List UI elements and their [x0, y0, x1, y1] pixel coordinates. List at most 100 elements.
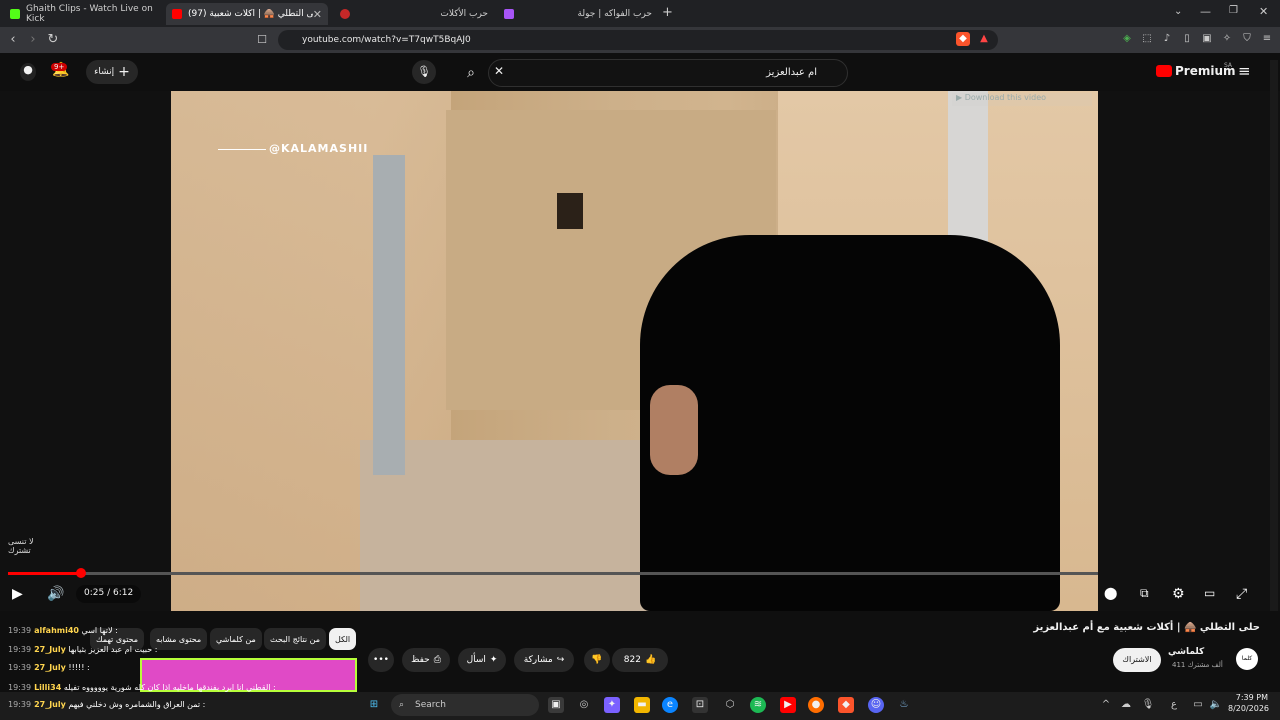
file-explorer-icon[interactable]: ▬ [634, 697, 650, 713]
volume-tray-icon[interactable]: 🔈 [1208, 697, 1224, 713]
avatar[interactable]: ● [20, 63, 36, 81]
extension-icon[interactable]: ◈ [1120, 32, 1134, 46]
tab-youtube[interactable]: (97) حلى التطلي 🛖 | أكلات شعبية ✕ [166, 3, 328, 25]
taskbar-search-icon: ⌕ [399, 700, 405, 710]
chip-all[interactable]: الكل [329, 628, 357, 650]
miniplayer-icon[interactable]: ▭ [1204, 586, 1215, 600]
save-label: حفظ [411, 655, 430, 665]
tab-food-war[interactable]: حرب الأكلات [334, 3, 494, 25]
url-field[interactable]: youtube.com/watch?v=T7qwT5BqAJ0 [278, 30, 998, 50]
brave-shield-icon[interactable]: ◆ [956, 32, 970, 46]
chip-related[interactable]: محتوى مشابه [150, 628, 208, 650]
close-window-button[interactable]: ✕ [1259, 5, 1268, 18]
brave-rewards-icon[interactable]: ▲ [977, 32, 991, 46]
ask-button[interactable]: اسأل ✦ [458, 648, 506, 672]
back-button[interactable]: ‹ [5, 31, 21, 49]
more-actions-button[interactable]: ••• [368, 648, 394, 672]
chip-search-results[interactable]: من نتائج البحث [264, 628, 327, 650]
close-tab-icon[interactable]: ✕ [313, 8, 322, 21]
edge-icon[interactable]: e [662, 697, 678, 713]
youtube-taskbar-icon[interactable]: ▶ [780, 697, 796, 713]
bookmark-save-icon: ⎙ [433, 655, 441, 665]
scrubber-handle[interactable] [76, 568, 87, 578]
maximize-button[interactable]: ❐ [1229, 5, 1238, 16]
network-icon[interactable]: ▭ [1190, 697, 1206, 713]
clear-search-icon[interactable]: ✕ [494, 64, 504, 78]
subscribe-button[interactable]: الاشتراك [1113, 648, 1161, 672]
fullscreen-icon[interactable]: ⤢ [1236, 586, 1247, 602]
taskbar-app-icon[interactable]: ⬡ [722, 697, 738, 713]
steam-icon[interactable]: ♨ [896, 697, 912, 713]
chip-from-channel[interactable]: من كلماشي [210, 628, 262, 650]
chat-message: 19:39 27_July تمن العراق والشمامره وش دخل… [8, 700, 206, 709]
task-view-icon[interactable]: ▣ [548, 697, 564, 713]
discord-icon[interactable]: ☺ [868, 697, 884, 713]
extensions-icon[interactable]: ⬚ [1140, 32, 1154, 46]
notification-count-badge: 9+ [51, 63, 68, 71]
taskbar-app-icon[interactable]: ◎ [576, 697, 592, 713]
channel-avatar[interactable]: كلما [1236, 648, 1258, 670]
share-label: مشاركة [523, 655, 553, 665]
like-button[interactable]: 822 👍 [612, 648, 668, 672]
search-input[interactable]: ام عبدالعزيز [488, 59, 848, 87]
sidebar-icon[interactable]: ▯ [1180, 32, 1194, 46]
new-tab-button[interactable]: + [662, 5, 673, 20]
download-video-button[interactable]: ▶ Download this video [952, 93, 1092, 106]
captions-icon[interactable]: ⧉ [1140, 586, 1149, 601]
tab-title: Ghaith Clips - Watch Live on Kick [26, 4, 153, 24]
kick-icon [10, 9, 20, 19]
dislike-button[interactable]: 👎 [584, 648, 610, 672]
guide-menu-icon[interactable]: ≡ [1238, 62, 1251, 80]
create-button[interactable]: إنشاء + [86, 60, 138, 84]
windows-start-icon[interactable]: ⊞ [366, 697, 382, 713]
copilot-icon[interactable]: ✦ [604, 697, 620, 713]
settings-gear-icon[interactable]: ⚙ [1172, 586, 1185, 602]
tab-kick[interactable]: Ghaith Clips - Watch Live on Kick [4, 3, 164, 25]
url-text: youtube.com/watch?v=T7qwT5BqAJ0 [302, 35, 471, 45]
volume-icon[interactable]: 🔊 [47, 586, 64, 602]
progress-fill [8, 572, 82, 575]
search-icon[interactable]: ⌕ [454, 59, 488, 87]
save-button[interactable]: حفظ ⎙ [402, 648, 450, 672]
sparkle-icon: ✦ [489, 655, 498, 665]
share-button[interactable]: مشاركة ↪ [514, 648, 574, 672]
vpn-icon[interactable]: ⛉ [1240, 32, 1254, 46]
clock[interactable]: 7:39 PM 8/20/2026 [1228, 693, 1269, 713]
page-scrollbar[interactable] [1270, 60, 1278, 690]
language-icon[interactable]: ع [1166, 697, 1182, 713]
brave-icon[interactable]: ◆ [838, 697, 854, 713]
chat-message: 19:39 27_July !!!!! : [8, 663, 90, 672]
menu-icon[interactable]: ≡ [1260, 32, 1274, 46]
tab-fruit-war[interactable]: حرب الفواكه | جولة [498, 3, 658, 25]
thumbs-down-icon: 👎 [591, 655, 603, 665]
tab-list-icon[interactable]: ⌄ [1174, 6, 1182, 17]
onedrive-icon[interactable]: ☁ [1118, 697, 1134, 713]
media-icon[interactable]: ♪ [1160, 32, 1174, 46]
forward-button[interactable]: › [25, 31, 41, 49]
channel-name[interactable]: كلماشي [1168, 647, 1204, 657]
chat-message: 19:39 alfahmi40 لاتها اسي : [8, 626, 118, 635]
thumbs-up-icon: 👍 [644, 655, 657, 665]
address-bar-row: ‹ › ↻ ☐ youtube.com/watch?v=T7qwT5BqAJ0 … [0, 27, 1280, 53]
taskbar-search[interactable]: ⌕ Search [391, 694, 539, 716]
create-label: إنشاء [94, 67, 115, 77]
play-button[interactable]: ▶ [12, 586, 23, 602]
leo-icon[interactable]: ✧ [1220, 32, 1234, 46]
progress-bar[interactable] [8, 568, 1098, 578]
autoplay-toggle[interactable]: ⬤ [1104, 586, 1117, 600]
spotify-icon[interactable]: ≋ [750, 697, 766, 713]
store-icon[interactable]: ⊡ [692, 697, 708, 713]
channel-corner-text: لا تنسى تشترك [8, 537, 34, 555]
voice-search-icon[interactable]: 🎙 [412, 60, 436, 84]
mic-tray-icon[interactable]: 🎙 [1140, 697, 1156, 713]
tray-overflow-icon[interactable]: ^ [1098, 697, 1114, 713]
bookmark-icon[interactable]: ☐ [254, 31, 270, 49]
minimize-button[interactable]: — [1200, 5, 1211, 18]
reload-button[interactable]: ↻ [45, 31, 61, 49]
time-display: 0:25 / 6:12 [76, 585, 142, 603]
plus-icon: + [118, 64, 130, 80]
wallet-icon[interactable]: ▣ [1200, 32, 1214, 46]
taskbar-app-icon[interactable]: ● [808, 697, 824, 713]
video-window [557, 193, 583, 229]
search-value: ام عبدالعزيز [766, 67, 817, 78]
